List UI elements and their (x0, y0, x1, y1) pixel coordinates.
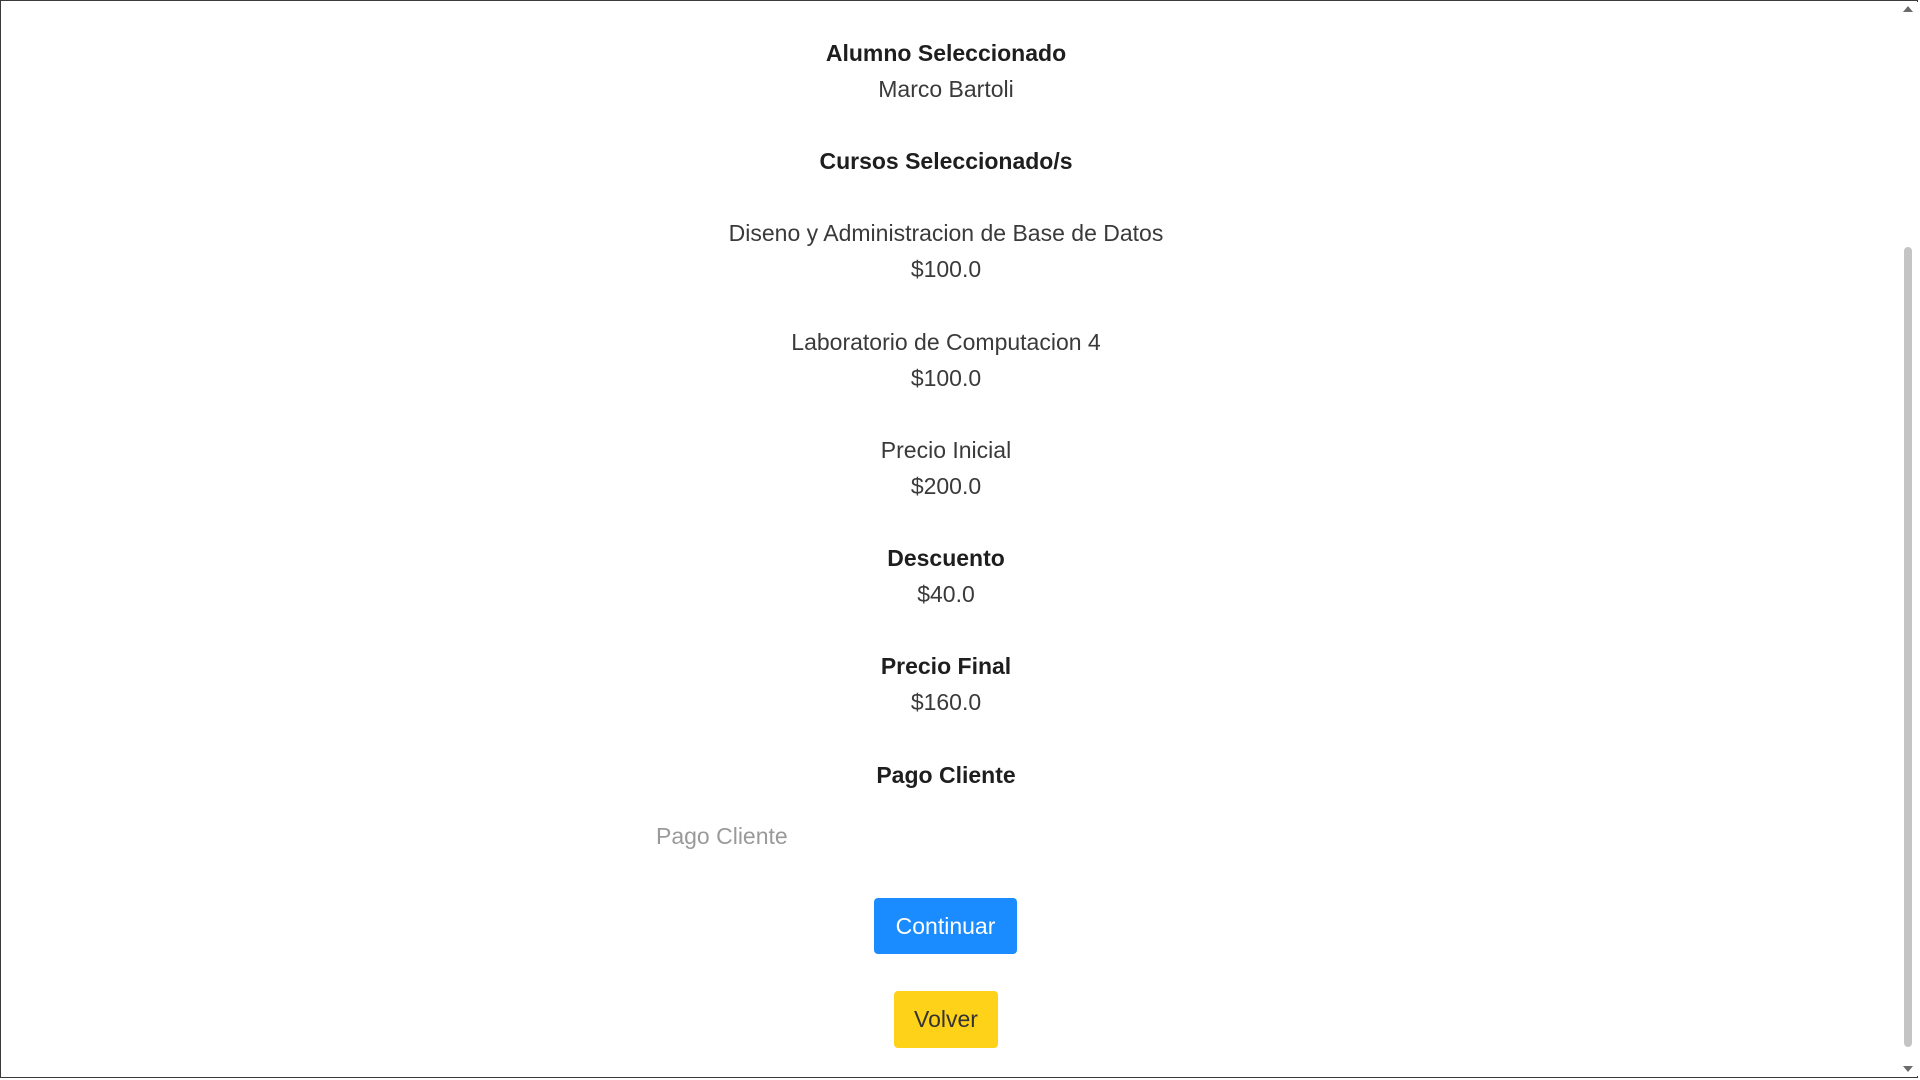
scroll-down-icon[interactable] (1903, 1066, 1913, 1072)
continuar-button[interactable]: Continuar (874, 898, 1017, 954)
curso-2-price: $100.0 (910, 365, 982, 391)
descuento-value: $40.0 (917, 581, 975, 607)
pago-cliente-heading: Pago Cliente (876, 762, 1016, 788)
precio-inicial-value: $200.0 (910, 473, 982, 499)
precio-final-heading: Precio Final (880, 653, 1012, 679)
volver-button[interactable]: Volver (894, 991, 998, 1048)
curso-1-name: Diseno y Administracion de Base de Datos (728, 220, 1164, 246)
alumno-heading: Alumno Seleccionado (825, 40, 1067, 66)
precio-inicial-label: Precio Inicial (880, 437, 1012, 463)
pago-cliente-field-wrapper (640, 816, 1252, 856)
alumno-name: Marco Bartoli (878, 76, 1014, 102)
curso-2-name: Laboratorio de Computacion 4 (791, 329, 1101, 355)
curso-1-price: $100.0 (910, 256, 982, 282)
scroll-thumb[interactable] (1904, 247, 1912, 1047)
main-content: Alumno Seleccionado Marco Bartoli Cursos… (0, 0, 1892, 1080)
pago-cliente-input[interactable] (640, 816, 1252, 856)
precio-final-value: $160.0 (910, 689, 982, 715)
vertical-scrollbar[interactable] (1898, 2, 1918, 1076)
scroll-up-icon[interactable] (1903, 6, 1913, 12)
descuento-heading: Descuento (887, 545, 1005, 571)
cursos-heading: Cursos Seleccionado/s (819, 148, 1073, 174)
